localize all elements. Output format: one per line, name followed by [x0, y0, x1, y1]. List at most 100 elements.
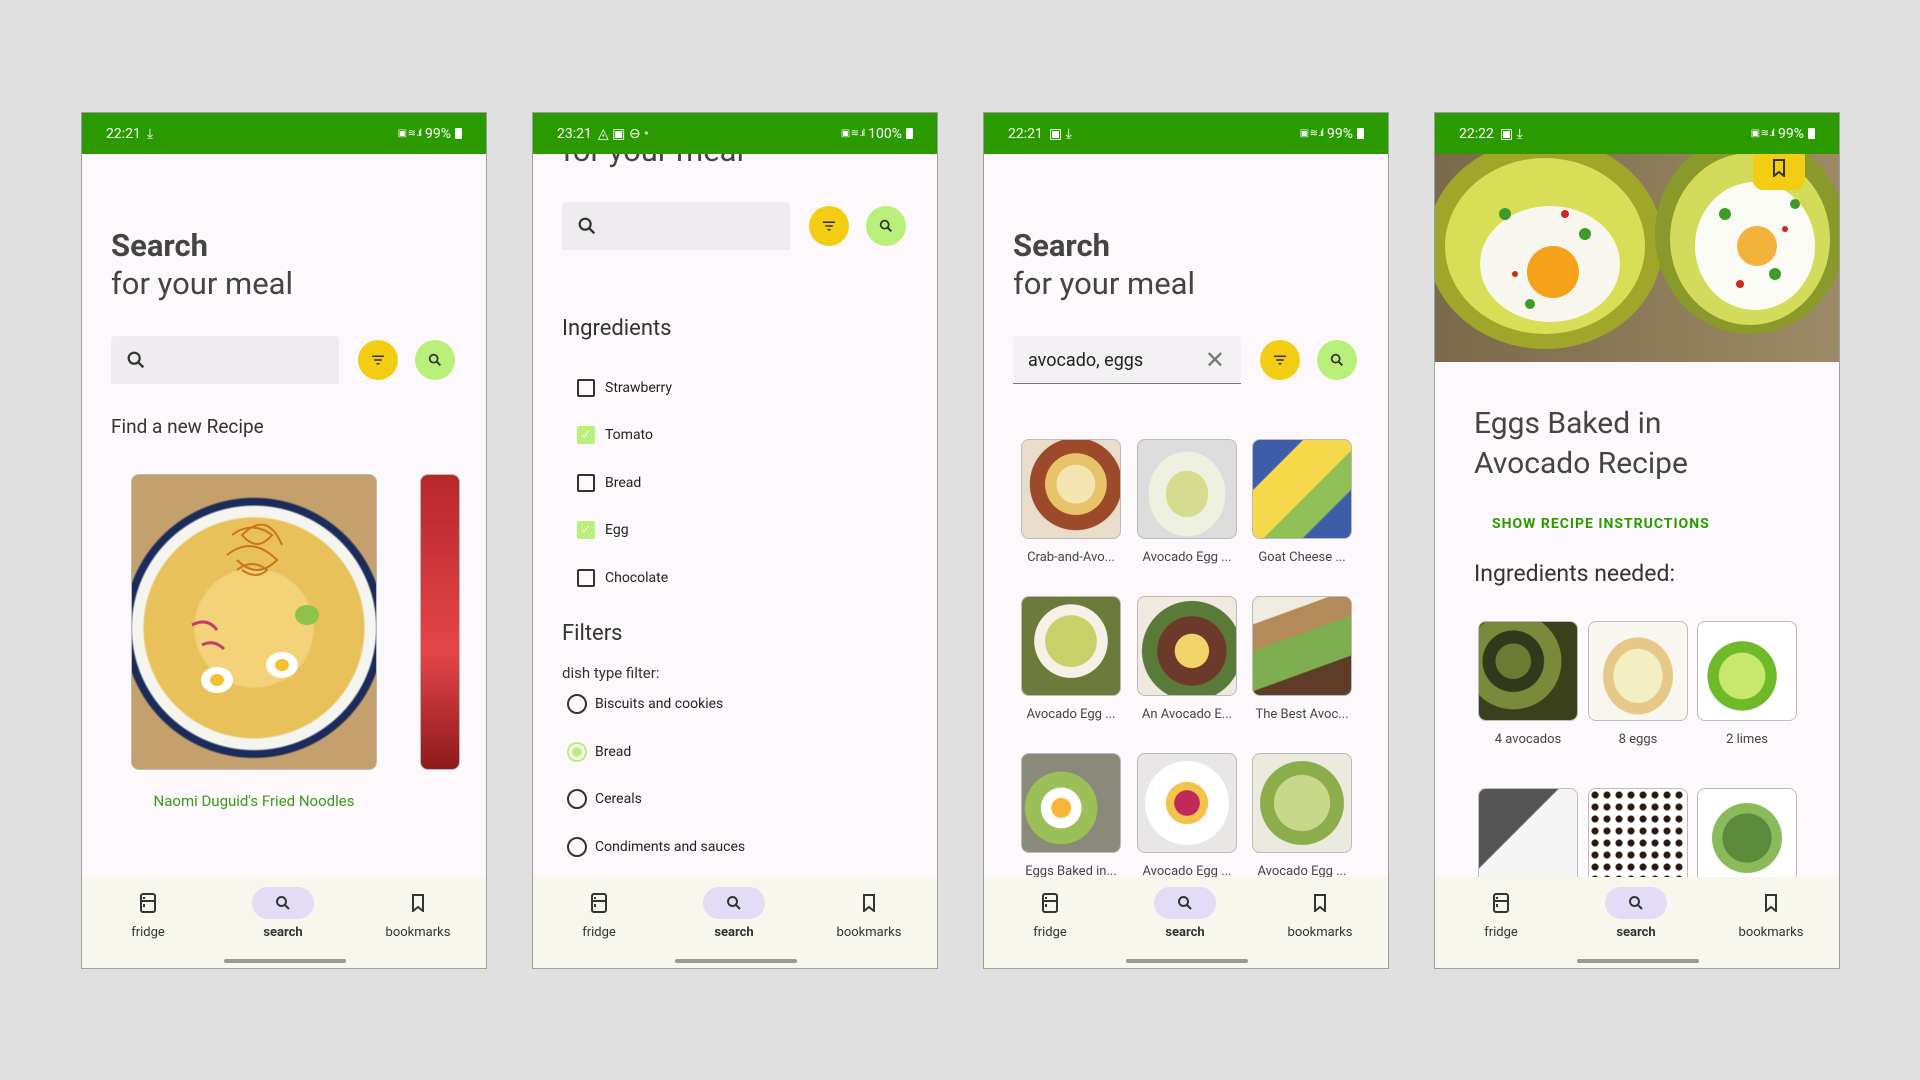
recipe-title: Eggs Baked in Avocado Recipe: [1474, 406, 1688, 481]
filter-button[interactable]: [809, 206, 849, 246]
nav-bookmarks[interactable]: bookmarks: [1260, 887, 1380, 940]
search-icon: [428, 353, 441, 366]
status-bar: 22:21 ⤓ ▣ ≋ .ıl 99%: [82, 113, 486, 154]
bottom-navigation: fridge search bookmarks: [82, 877, 486, 968]
search-icon: [1178, 896, 1192, 910]
filter-button[interactable]: [358, 340, 398, 380]
dish-type-radio-bread[interactable]: Bread: [567, 742, 631, 762]
result-tile[interactable]: Eggs Baked in...: [1021, 753, 1121, 877]
search-icon: [879, 219, 892, 232]
phone-screen-recipe-detail: 22:22 ▣ ⤓ ▣ ≋ .ıl 99% Eggs Baked in Avocad…: [1434, 112, 1840, 969]
ingredient-checkbox-strawberry[interactable]: Strawberry: [577, 379, 672, 397]
battery-icon: [1808, 128, 1815, 139]
nav-search[interactable]: search: [223, 887, 343, 940]
page-subtitle: for your meal: [1013, 265, 1196, 302]
phone-screen-filters: 23:21 ◬ ▣ ⊖ • ▣ ≋ .ıl100% for your meal I…: [532, 112, 938, 969]
battery-percent: 99%: [425, 125, 451, 142]
ingredient-checkbox-egg[interactable]: ✓ Egg: [577, 521, 629, 539]
page-subtitle: for your meal: [111, 265, 294, 302]
show-instructions-button[interactable]: SHOW RECIPE INSTRUCTIONS: [1492, 516, 1710, 532]
recipe-card-image-next[interactable]: [420, 474, 460, 770]
battery-icon: [1357, 128, 1364, 139]
result-tile[interactable]: The Best Avoc...: [1252, 596, 1352, 722]
bookmark-button[interactable]: [1753, 154, 1805, 190]
status-time: 22:21: [106, 125, 141, 142]
recipe-card-title[interactable]: Naomi Duguid's Fried Noodles: [131, 792, 377, 810]
dish-type-radio-biscuits[interactable]: Biscuits and cookies: [567, 694, 723, 714]
search-input[interactable]: [111, 336, 339, 384]
ingredient-checkbox-tomato[interactable]: ✓ Tomato: [577, 426, 653, 444]
result-tile[interactable]: Avocado Egg ...: [1137, 439, 1237, 565]
nav-search[interactable]: search: [674, 887, 794, 940]
section-heading: Find a new Recipe: [111, 415, 264, 438]
bottom-navigation: fridge search bookmarks: [984, 877, 1388, 968]
signal-icon: ▣ ≋ .ıl: [840, 128, 865, 139]
ingredients-heading: Ingredients needed:: [1474, 560, 1676, 587]
ingredient-tile[interactable]: [1697, 788, 1797, 877]
result-tile[interactable]: Avocado Egg ...: [1021, 596, 1121, 722]
ingredients-heading: Ingredients: [562, 316, 672, 341]
noodle-dish-illustration: [191, 523, 319, 693]
nav-fridge[interactable]: fridge: [990, 887, 1110, 940]
filters-heading: Filters: [562, 621, 623, 646]
search-button[interactable]: [1317, 340, 1357, 380]
result-tile[interactable]: Crab-and-Avo...: [1021, 439, 1121, 565]
nav-bookmarks[interactable]: bookmarks: [358, 887, 478, 940]
status-time: 22:21: [1008, 125, 1043, 142]
ingredient-checkbox-bread[interactable]: Bread: [577, 474, 641, 492]
search-icon: [727, 896, 741, 910]
ingredient-tile[interactable]: 8 eggs: [1588, 621, 1688, 747]
fridge-icon: [1042, 893, 1058, 913]
home-indicator: [1126, 959, 1248, 963]
search-input[interactable]: [562, 202, 790, 250]
result-tile[interactable]: Goat Cheese ...: [1252, 439, 1352, 565]
ingredient-tile[interactable]: [1588, 788, 1688, 877]
page-title: Search: [1013, 227, 1110, 264]
bookmark-icon: [412, 894, 424, 912]
bookmark-icon: [1314, 894, 1326, 912]
recipe-card-image[interactable]: [131, 474, 377, 770]
dish-type-radio-cereals[interactable]: Cereals: [567, 789, 642, 809]
nav-fridge[interactable]: fridge: [1441, 887, 1561, 940]
filter-icon: [1274, 355, 1286, 365]
search-button[interactable]: [415, 340, 455, 380]
search-icon: [127, 351, 145, 369]
bottom-navigation: fridge search bookmarks: [1435, 877, 1839, 968]
page-subtitle: for your meal: [562, 154, 744, 169]
signal-icon: ▣ ≋ .ıl: [1750, 128, 1775, 139]
ingredient-tile[interactable]: 2 limes: [1697, 621, 1797, 747]
status-bar: 22:21 ▣ ⤓ ▣ ≋ .ıl 99%: [984, 113, 1388, 154]
nav-search[interactable]: search: [1125, 887, 1245, 940]
nav-search[interactable]: search: [1576, 887, 1696, 940]
clear-icon[interactable]: ✕: [1205, 346, 1225, 374]
result-tile[interactable]: Avocado Egg ...: [1137, 753, 1237, 877]
filter-button[interactable]: [1260, 340, 1300, 380]
nav-fridge[interactable]: fridge: [88, 887, 208, 940]
fridge-icon: [591, 893, 607, 913]
nav-bookmarks[interactable]: bookmarks: [809, 887, 929, 940]
status-bar: 23:21 ◬ ▣ ⊖ • ▣ ≋ .ıl 100%: [533, 113, 937, 154]
bookmark-icon: [863, 894, 875, 912]
fridge-icon: [140, 893, 156, 913]
signal-icon: ▣ ≋ .ıl: [397, 128, 422, 139]
status-time: 23:21: [557, 125, 592, 142]
ingredient-tile[interactable]: 4 avocados: [1478, 621, 1578, 747]
dish-type-radio-condiments[interactable]: Condiments and sauces: [567, 837, 745, 857]
notification-icons: ◬ ▣ ⊖ •: [597, 125, 649, 142]
ingredient-tile[interactable]: [1478, 788, 1578, 877]
bottom-navigation: fridge search bookmarks: [533, 877, 937, 968]
nav-fridge[interactable]: fridge: [539, 887, 659, 940]
result-tile[interactable]: Avocado Egg ...: [1252, 753, 1352, 877]
home-indicator: [1577, 959, 1699, 963]
result-tile[interactable]: An Avocado E...: [1137, 596, 1237, 722]
ingredient-checkbox-chocolate[interactable]: Chocolate: [577, 569, 668, 587]
bookmark-icon: [1765, 894, 1777, 912]
search-input[interactable]: avocado, eggs ✕: [1013, 336, 1241, 384]
download-icon: ⤓: [146, 125, 154, 142]
notification-icons: ▣ ⤓: [1499, 125, 1523, 142]
battery-percent: 99%: [1327, 125, 1353, 142]
search-button[interactable]: [866, 206, 906, 246]
search-icon: [276, 896, 290, 910]
status-time: 22:22: [1459, 125, 1494, 142]
nav-bookmarks[interactable]: bookmarks: [1711, 887, 1831, 940]
